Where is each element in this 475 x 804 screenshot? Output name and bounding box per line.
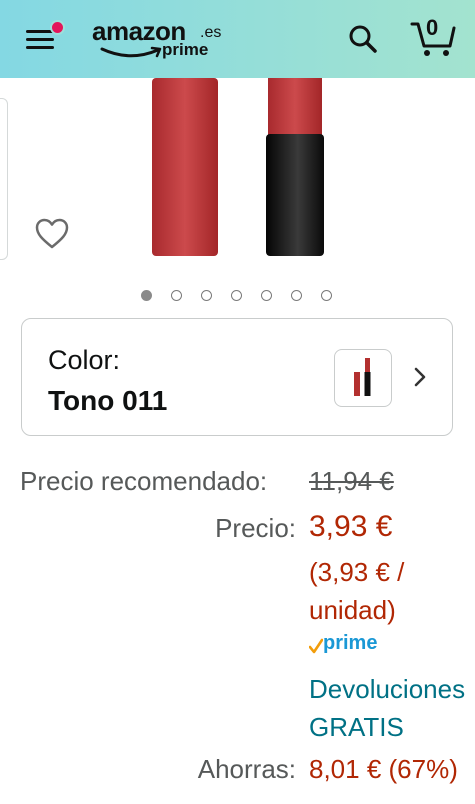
savings-value: 8,01 € (67%) <box>309 754 458 784</box>
carousel-dot[interactable] <box>171 290 182 301</box>
amazon-logo[interactable]: amazon .es prime <box>92 16 232 64</box>
top-navigation-bar: amazon .es prime 0 <box>0 0 475 78</box>
price-label: Precio: <box>215 513 296 543</box>
search-button[interactable] <box>346 22 380 56</box>
logo-prime: prime <box>162 40 209 59</box>
carousel-dot[interactable] <box>291 290 302 301</box>
chevron-right-icon <box>414 367 426 387</box>
free-returns-text: Devoluciones GRATIS <box>309 674 466 742</box>
color-swatch[interactable] <box>334 349 392 407</box>
color-label: Color: <box>48 345 121 375</box>
smile-arrow-icon <box>100 46 162 58</box>
hamburger-icon-bar <box>26 46 54 49</box>
heart-icon <box>35 218 69 249</box>
list-price-label: Precio recomendado: <box>20 466 268 496</box>
prime-label: prime <box>323 632 378 654</box>
price-value: 3,93 € <box>309 510 393 543</box>
checkmark-icon <box>309 638 323 654</box>
search-icon <box>349 25 377 53</box>
list-price-value: 11,94 € <box>309 466 394 496</box>
free-returns-link[interactable]: Devoluciones GRATIS <box>309 670 475 746</box>
hamburger-icon-bar <box>26 38 54 41</box>
notification-dot-icon <box>50 20 65 35</box>
prime-badge: prime <box>309 632 399 658</box>
cart-button[interactable]: 0 <box>410 15 456 58</box>
carousel-dot[interactable] <box>141 290 152 301</box>
color-selector[interactable]: Color: Tono 011 <box>21 318 453 436</box>
carousel-dot[interactable] <box>201 290 212 301</box>
carousel-dot[interactable] <box>261 290 272 301</box>
unit-price: (3,93 € / unidad) <box>309 557 405 625</box>
color-value: Tono 011 <box>48 385 168 416</box>
product-image[interactable] <box>140 78 340 260</box>
carousel-dot[interactable] <box>321 290 332 301</box>
previous-image-peek[interactable] <box>0 98 8 260</box>
savings-label: Ahorras: <box>197 754 296 784</box>
carousel-dot[interactable] <box>231 290 242 301</box>
lipstick-thumbnail-icon <box>354 358 371 396</box>
wishlist-button[interactable] <box>34 216 70 252</box>
menu-button[interactable] <box>26 20 65 52</box>
cart-count-badge: 0 <box>426 15 439 40</box>
